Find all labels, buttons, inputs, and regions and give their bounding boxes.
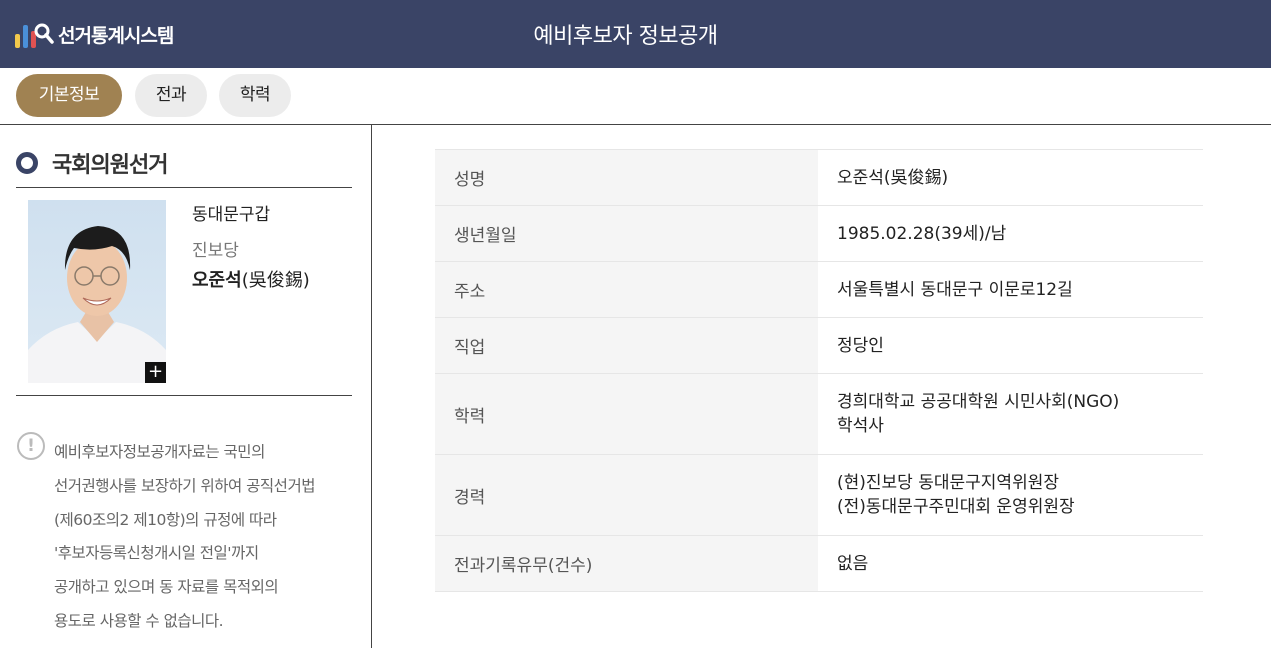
notice-line: 선거권행사를 보장하기 위하여 공직선거법 bbox=[54, 476, 315, 495]
table-row: 성명 오준석(吳俊錫) bbox=[435, 149, 1203, 206]
row-label: 학력 bbox=[435, 373, 818, 455]
ring-bullet-icon bbox=[16, 152, 38, 174]
election-heading: 국회의원선거 bbox=[16, 148, 168, 178]
candidate-district: 동대문구갑 bbox=[192, 205, 271, 225]
row-value: 없음 bbox=[818, 535, 1203, 592]
panel-divider bbox=[371, 125, 372, 648]
photo-zoom-button[interactable]: + bbox=[145, 362, 166, 383]
candidate-info-table: 성명 오준석(吳俊錫) 생년월일 1985.02.28(39세)/남 주소 서울… bbox=[435, 149, 1203, 592]
row-value: 경희대학교 공공대학원 시민사회(NGO) 학석사 bbox=[818, 373, 1203, 455]
row-label: 경력 bbox=[435, 454, 818, 536]
row-value: (현)진보당 동대문구지역위원장 (전)동대문구주민대회 운영위원장 bbox=[818, 454, 1203, 536]
tab-basic-info[interactable]: 기본정보 bbox=[16, 74, 122, 117]
notice-line: 공개하고 있으며 동 자료를 목적외의 bbox=[54, 578, 279, 597]
table-row: 주소 서울특별시 동대문구 이문로12길 bbox=[435, 261, 1203, 318]
tab-education[interactable]: 학력 bbox=[219, 74, 291, 117]
row-label: 전과기록유무(건수) bbox=[435, 535, 818, 592]
candidate-portrait-icon bbox=[28, 226, 166, 383]
row-value: 1985.02.28(39세)/남 bbox=[818, 205, 1203, 262]
disclosure-notice: 예비후보자정보공개자료는 국민의 선거권행사를 보장하기 위하여 공직선거법 (… bbox=[54, 436, 364, 639]
candidate-party: 진보당 bbox=[192, 241, 239, 261]
row-label: 생년월일 bbox=[435, 205, 818, 262]
candidate-name-korean: 오준석 bbox=[192, 270, 242, 291]
notice-line: 예비후보자정보공개자료는 국민의 bbox=[54, 443, 265, 461]
tab-criminal-record[interactable]: 전과 bbox=[135, 74, 207, 117]
tab-bar: 기본정보 전과 학력 bbox=[0, 68, 1271, 125]
page-title: 예비후보자 정보공개 bbox=[533, 24, 718, 49]
election-name: 국회의원선거 bbox=[52, 153, 168, 178]
candidate-name-hanja: (吳俊錫) bbox=[241, 270, 310, 291]
candidate-photo[interactable]: + bbox=[28, 200, 166, 383]
table-row: 생년월일 1985.02.28(39세)/남 bbox=[435, 205, 1203, 262]
divider bbox=[16, 395, 352, 396]
row-value: 서울특별시 동대문구 이문로12길 bbox=[818, 261, 1203, 318]
notice-line: '후보자등록신청개시일 전일'까지 bbox=[54, 544, 259, 563]
top-header: 선거통계시스템 예비후보자 정보공개 bbox=[0, 0, 1271, 68]
row-label: 성명 bbox=[435, 149, 818, 206]
table-row: 학력 경희대학교 공공대학원 시민사회(NGO) 학석사 bbox=[435, 373, 1203, 455]
exclamation-icon: ! bbox=[17, 432, 45, 460]
candidate-name: 오준석(吳俊錫) bbox=[192, 266, 310, 292]
notice-line: (제60조의2 제10항)의 규정에 따라 bbox=[54, 510, 277, 529]
table-row: 직업 정당인 bbox=[435, 317, 1203, 374]
row-value: 오준석(吳俊錫) bbox=[818, 149, 1203, 206]
divider bbox=[16, 187, 352, 188]
table-row: 전과기록유무(건수) 없음 bbox=[435, 535, 1203, 592]
row-label: 주소 bbox=[435, 261, 818, 318]
notice-line: 용도로 사용할 수 없습니다. bbox=[54, 611, 224, 630]
row-value: 정당인 bbox=[818, 317, 1203, 374]
table-row: 경력 (현)진보당 동대문구지역위원장 (전)동대문구주민대회 운영위원장 bbox=[435, 454, 1203, 536]
row-label: 직업 bbox=[435, 317, 818, 374]
